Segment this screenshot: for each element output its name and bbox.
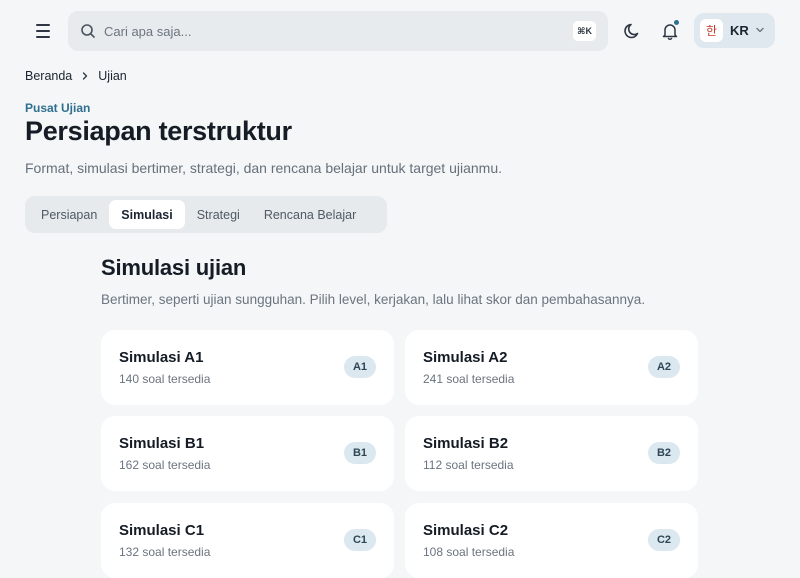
card-count: 241 soal tersedia bbox=[423, 372, 515, 386]
exam-card-b2[interactable]: Simulasi B2 112 soal tersedia B2 bbox=[405, 416, 698, 491]
top-bar: ⌘K 한 KR bbox=[0, 0, 800, 62]
exam-card-a2[interactable]: Simulasi A2 241 soal tersedia A2 bbox=[405, 330, 698, 405]
card-count: 140 soal tersedia bbox=[119, 372, 211, 386]
page-eyebrow: Pusat Ujian bbox=[25, 101, 91, 115]
tab-rencana-belajar[interactable]: Rencana Belajar bbox=[252, 200, 368, 229]
tab-bar: Persiapan Simulasi Strategi Rencana Bela… bbox=[25, 196, 387, 233]
language-code: KR bbox=[730, 23, 749, 38]
notification-button[interactable] bbox=[659, 19, 681, 42]
chevron-right-icon bbox=[83, 72, 88, 80]
breadcrumb-current: Ujian bbox=[98, 69, 127, 83]
card-count: 108 soal tersedia bbox=[423, 545, 515, 559]
language-selector[interactable]: 한 KR bbox=[694, 13, 775, 48]
exam-card-a1[interactable]: Simulasi A1 140 soal tersedia A1 bbox=[101, 330, 394, 405]
tab-persiapan[interactable]: Persiapan bbox=[29, 200, 109, 229]
menu-icon[interactable] bbox=[30, 18, 56, 44]
tab-strategi[interactable]: Strategi bbox=[185, 200, 252, 229]
card-count: 112 soal tersedia bbox=[423, 458, 514, 472]
card-count: 132 soal tersedia bbox=[119, 545, 211, 559]
breadcrumb: Beranda Ujian bbox=[25, 69, 127, 83]
card-title: Simulasi B1 bbox=[119, 435, 205, 452]
card-title: Simulasi B2 bbox=[423, 435, 509, 452]
search-bar[interactable]: ⌘K bbox=[68, 11, 608, 51]
level-badge: C2 bbox=[648, 529, 680, 551]
shortcut-badge: ⌘K bbox=[573, 21, 596, 41]
section-subtitle: Bertimer, seperti ujian sungguhan. Pilih… bbox=[101, 292, 646, 307]
card-title: Simulasi C1 bbox=[119, 522, 205, 539]
exam-card-c1[interactable]: Simulasi C1 132 soal tersedia C1 bbox=[101, 503, 394, 578]
card-title: Simulasi C2 bbox=[423, 522, 509, 539]
page-title: Persiapan terstruktur bbox=[25, 116, 292, 146]
level-badge: B2 bbox=[648, 442, 680, 464]
card-title: Simulasi A1 bbox=[119, 349, 204, 366]
level-badge: A1 bbox=[344, 356, 376, 378]
search-input[interactable] bbox=[104, 11, 564, 51]
korean-flag-icon: 한 bbox=[700, 19, 723, 42]
level-badge: A2 bbox=[648, 356, 680, 378]
notification-dot bbox=[673, 19, 680, 26]
section-title: Simulasi ujian bbox=[101, 255, 247, 280]
level-badge: B1 bbox=[344, 442, 376, 464]
chevron-down-icon bbox=[756, 27, 764, 33]
exam-card-b1[interactable]: Simulasi B1 162 soal tersedia B1 bbox=[101, 416, 394, 491]
tab-simulasi[interactable]: Simulasi bbox=[109, 200, 185, 229]
card-count: 162 soal tersedia bbox=[119, 458, 211, 472]
level-badge: C1 bbox=[344, 529, 376, 551]
exam-card-c2[interactable]: Simulasi C2 108 soal tersedia C2 bbox=[405, 503, 698, 578]
page-subtitle: Format, simulasi bertimer, strategi, dan… bbox=[25, 160, 503, 176]
card-title: Simulasi A2 bbox=[423, 349, 508, 366]
search-icon bbox=[81, 24, 95, 38]
breadcrumb-home[interactable]: Beranda bbox=[25, 69, 72, 83]
moon-icon[interactable] bbox=[622, 20, 644, 42]
